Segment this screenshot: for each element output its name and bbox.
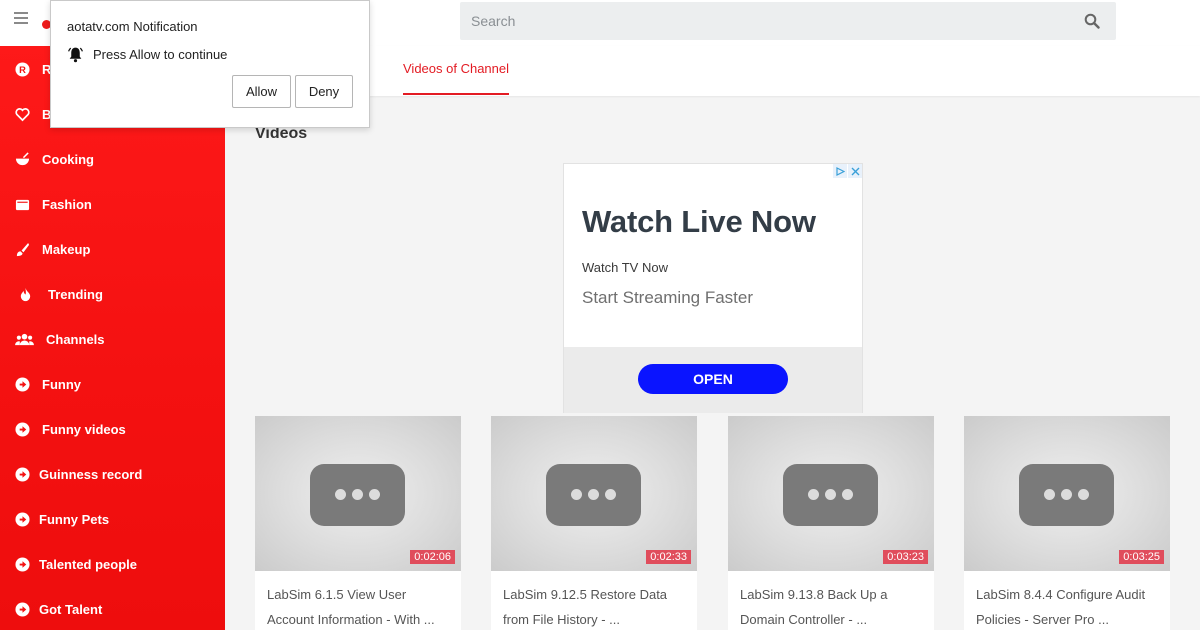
heart-icon: [14, 107, 30, 123]
dialog-message: Press Allow to continue: [93, 47, 228, 62]
sidebar-item-label: Funny: [42, 377, 81, 392]
video-thumbnail[interactable]: 0:03:23: [728, 416, 934, 571]
sidebar-item-label: Trending: [48, 287, 103, 302]
duration-badge: 0:02:06: [410, 550, 455, 564]
duration-badge: 0:03:25: [1119, 550, 1164, 564]
video-title[interactable]: LabSim 9.12.5 Restore Data from File His…: [503, 582, 688, 630]
sidebar-item-label: Talented people: [39, 557, 137, 572]
fire-icon: [17, 287, 33, 303]
search-icon[interactable]: [1084, 13, 1100, 29]
sidebar-item-label: Fashion: [42, 197, 92, 212]
ad-choices: [832, 164, 862, 178]
sidebar-item-label: Funny videos: [42, 422, 126, 437]
tab-videos-of-channel[interactable]: Videos of Channel: [403, 46, 510, 95]
more-icon: [546, 464, 641, 526]
sidebar-item-label: Got Talent: [39, 602, 103, 617]
bell-icon: [67, 47, 84, 63]
search-bar: [460, 2, 1116, 40]
ad-headline[interactable]: Watch Live Now: [582, 204, 816, 240]
more-icon: [783, 464, 878, 526]
allow-button[interactable]: Allow: [232, 75, 291, 108]
sidebar-nav: R R B Cooking Fashion Makeup Trending Ch…: [0, 47, 225, 630]
sidebar-item-label: Guinness record: [39, 467, 143, 482]
more-icon: [310, 464, 405, 526]
sidebar-item-got-talent[interactable]: Got Talent: [0, 587, 225, 630]
r-logo-icon: R: [14, 62, 30, 78]
notification-dialog: aotatv.com Notification Press Allow to c…: [50, 0, 370, 128]
svg-text:R: R: [19, 65, 26, 75]
search-input[interactable]: [460, 2, 1060, 40]
arrow-circle-icon: [14, 557, 30, 573]
sidebar-item-talented-people[interactable]: Talented people: [0, 542, 225, 587]
ad-content: Watch Live Now Watch TV Now Start Stream…: [564, 164, 862, 347]
sidebar-item-channels[interactable]: Channels: [0, 317, 225, 362]
sidebar-item-label: Cooking: [42, 152, 94, 167]
arrow-circle-icon: [14, 512, 30, 528]
ad-description: Start Streaming Faster: [582, 288, 754, 307]
top-header: [225, 0, 1200, 46]
ad-choices-icon[interactable]: [833, 164, 847, 178]
arrow-circle-icon: [14, 602, 30, 618]
video-title[interactable]: LabSim 8.4.4 Configure Audit Policies - …: [976, 582, 1161, 630]
arrow-circle-icon: [14, 377, 30, 393]
channel-tabbar: Videos of Channel: [225, 46, 1200, 96]
sidebar-item-funny[interactable]: Funny: [0, 362, 225, 407]
more-icon: [1019, 464, 1114, 526]
wallet-icon: [14, 197, 30, 213]
sidebar-item-funny-videos[interactable]: Funny videos: [0, 407, 225, 452]
brush-icon: [14, 242, 30, 258]
video-card[interactable]: 0:02:33 LabSim 9.12.5 Restore Data from …: [491, 416, 697, 630]
sidebar-item-trending[interactable]: Trending: [0, 272, 225, 317]
advertisement[interactable]: Watch Live Now Watch TV Now Start Stream…: [563, 163, 863, 413]
sidebar-item-makeup[interactable]: Makeup: [0, 227, 225, 272]
sidebar-item-label: Channels: [46, 332, 105, 347]
sidebar-item-guinness-record[interactable]: Guinness record: [0, 452, 225, 497]
deny-button[interactable]: Deny: [295, 75, 353, 108]
video-card[interactable]: 0:03:25 LabSim 8.4.4 Configure Audit Pol…: [964, 416, 1170, 630]
arrow-circle-icon: [14, 422, 30, 438]
video-thumbnail[interactable]: 0:03:25: [964, 416, 1170, 571]
video-title[interactable]: LabSim 9.13.8 Back Up a Domain Controlle…: [740, 582, 925, 630]
dialog-title: aotatv.com Notification: [67, 19, 198, 34]
ad-footer: OPEN: [564, 347, 862, 413]
video-thumbnail[interactable]: 0:02:06: [255, 416, 461, 571]
video-card[interactable]: 0:03:23 LabSim 9.13.8 Back Up a Domain C…: [728, 416, 934, 630]
video-title[interactable]: LabSim 6.1.5 View User Account Informati…: [267, 582, 452, 630]
ad-open-button[interactable]: OPEN: [638, 364, 788, 394]
sidebar-item-cooking[interactable]: Cooking: [0, 137, 225, 182]
sidebar-item-funny-pets[interactable]: Funny Pets: [0, 497, 225, 542]
video-thumbnail[interactable]: 0:02:33: [491, 416, 697, 571]
duration-badge: 0:03:23: [883, 550, 928, 564]
sidebar-item-fashion[interactable]: Fashion: [0, 182, 225, 227]
arrow-circle-icon: [14, 467, 30, 483]
hamburger-menu-icon[interactable]: [14, 12, 28, 24]
duration-badge: 0:02:33: [646, 550, 691, 564]
users-icon: [14, 332, 34, 348]
close-icon[interactable]: [848, 164, 862, 178]
bowl-icon: [14, 152, 30, 168]
sidebar-item-label: Makeup: [42, 242, 91, 257]
ad-subheadline: Watch TV Now: [582, 260, 668, 275]
video-card[interactable]: 0:02:06 LabSim 6.1.5 View User Account I…: [255, 416, 461, 630]
sidebar-item-label: Funny Pets: [39, 512, 110, 527]
